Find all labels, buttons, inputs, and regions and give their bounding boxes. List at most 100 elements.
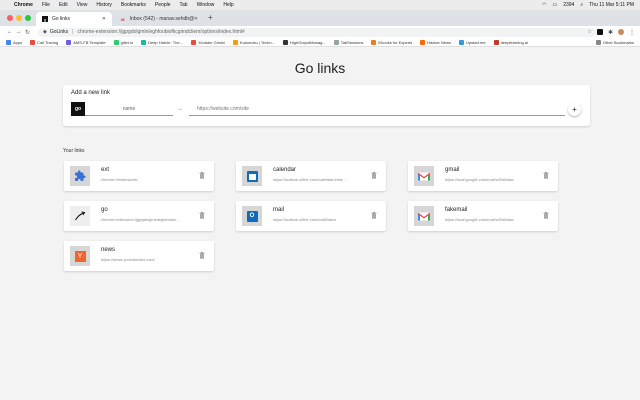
link-name: go — [101, 207, 108, 213]
window-minimize-button[interactable] — [16, 15, 22, 21]
your-links-heading: Your links — [63, 148, 85, 154]
outlook-mail-icon: O — [242, 206, 262, 226]
bookmark-favicon-icon — [232, 39, 238, 45]
golinks-extension-icon[interactable] — [596, 28, 603, 35]
gmail-icon — [414, 206, 434, 226]
add-link-card: Add a new link go name → https://website… — [63, 85, 590, 126]
link-name: fakemail — [445, 207, 468, 213]
reload-icon[interactable]: ↻ — [23, 29, 32, 36]
toolbar-icons: ✱ ⋮ — [596, 28, 635, 36]
address-separator: | — [72, 29, 74, 35]
bookmark-favicon-icon — [493, 39, 499, 45]
tab-inbox[interactable]: M Inbox (542) - manav.sehdb@... ✕ — [114, 12, 204, 26]
link-url: https://mail.google.com/mail/u/0/#inbox — [445, 177, 515, 182]
bookmark-item[interactable]: TabSessions — [333, 39, 363, 45]
address-url: chrome-extension://jgpgdolgmlnleghfoobio… — [77, 29, 245, 35]
link-card[interactable]: gmail https://mail.google.com/mail/u/0/#… — [408, 161, 558, 191]
page-title: Go links — [294, 60, 346, 76]
tab-close-icon[interactable]: ✕ — [102, 16, 106, 22]
browser-toolbar: ← → ↻ ◆ GoLinks | chrome-extension://jgp… — [0, 26, 640, 38]
add-link-button[interactable]: + — [568, 103, 581, 116]
trash-icon[interactable] — [199, 252, 205, 259]
other-bookmarks[interactable]: Other Bookmarks — [595, 39, 634, 45]
tab-go-links[interactable]: g Go links ✕ — [36, 12, 112, 26]
menu-history[interactable]: History — [96, 2, 112, 8]
menu-bookmarks[interactable]: Bookmarks — [121, 2, 146, 8]
link-name: ext — [101, 167, 110, 173]
menu-window[interactable]: Window — [197, 2, 215, 8]
bookmark-item[interactable]: Deep Hatchr: The... — [141, 39, 183, 45]
link-name-input[interactable]: name — [85, 102, 173, 116]
bookmark-favicon-icon — [420, 39, 426, 45]
menu-edit[interactable]: Edit — [59, 2, 68, 8]
menu-view[interactable]: View — [77, 2, 88, 8]
link-url: https://outlook.office.com/calendar/view… — [273, 177, 346, 182]
bookmark-item[interactable]: Hacker News — [420, 39, 451, 45]
outlook-calendar-icon — [242, 166, 262, 186]
window-zoom-button[interactable] — [25, 15, 31, 21]
address-site-label: GoLinks — [49, 29, 69, 35]
bookmark-item[interactable]: deeplearning.ai — [493, 39, 528, 45]
golinks-arrow-icon — [70, 206, 90, 226]
bookmark-item[interactable]: Youtube Gimini — [190, 39, 225, 45]
tab-close-icon[interactable]: ✕ — [194, 16, 198, 22]
bookmark-item[interactable]: Apps — [6, 39, 22, 45]
bookmark-favicon-icon — [66, 39, 72, 45]
macos-menu-bar: Chrome File Edit View History Bookmarks … — [0, 0, 640, 10]
wifi-icon[interactable]: ◠ — [542, 2, 546, 8]
menu-people[interactable]: People — [155, 2, 171, 8]
bookmark-item[interactable]: HighOutputManag... — [282, 39, 326, 45]
arrow-separator: → — [177, 106, 183, 112]
bookmark-item[interactable]: Ebooks for Experts — [371, 39, 412, 45]
more-menu-icon[interactable]: ⋮ — [629, 29, 635, 36]
link-url: https://outlook.office.com/mail/inbox — [273, 217, 337, 222]
link-card[interactable]: fakemail https://mail.google.com/mail/u/… — [408, 201, 558, 231]
bookmark-item[interactable]: Upstart.me — [459, 39, 486, 45]
address-bar[interactable]: ◆ GoLinks | chrome-extension://jgpgdolgm… — [37, 27, 597, 37]
tab-title: Go links — [52, 16, 71, 22]
forward-icon[interactable]: → — [14, 29, 23, 35]
link-url-input[interactable]: https://website.com/site — [189, 102, 565, 116]
link-url: chrome://extensions/ — [101, 177, 138, 182]
bookmark-item[interactable]: gillet.io — [113, 39, 133, 45]
apps-grid-icon — [6, 39, 11, 45]
search-icon[interactable]: ⌕ — [580, 2, 583, 8]
menu-app-name[interactable]: Chrome — [14, 2, 33, 8]
menubar-clock[interactable]: Thu 11 Mar 5:11 PM — [589, 2, 634, 8]
link-card[interactable]: O mail https://outlook.office.com/mail/i… — [236, 201, 386, 231]
link-name: news — [101, 247, 116, 253]
gmail-icon — [414, 166, 434, 186]
tab-title: Inbox (542) - manav.sehdb@... — [129, 16, 194, 22]
link-card[interactable]: calendar https://outlook.office.com/cale… — [236, 161, 386, 191]
window-close-button[interactable] — [7, 15, 13, 21]
trash-icon[interactable] — [199, 212, 205, 219]
menu-help[interactable]: Help — [223, 2, 233, 8]
status-number[interactable]: 2394 — [563, 2, 574, 8]
bookmark-favicon-icon — [459, 39, 465, 45]
bookmark-favicon-icon — [30, 39, 36, 45]
trash-icon[interactable] — [543, 172, 549, 179]
menu-file[interactable]: File — [42, 2, 50, 8]
bookmark-item[interactable]: AMS-FB Template — [66, 39, 106, 45]
bookmark-favicon-icon — [333, 39, 339, 45]
link-url: https://mail.google.com/mail/u/0/#inbox — [445, 217, 515, 222]
back-icon[interactable]: ← — [5, 29, 14, 35]
trash-icon[interactable] — [371, 212, 377, 219]
profile-avatar-icon[interactable] — [618, 28, 624, 35]
trash-icon[interactable] — [543, 212, 549, 219]
bookmark-item[interactable]: Call Tracing — [30, 39, 58, 45]
bookmarks-bar: Apps Call Tracing AMS-FB Template gillet… — [0, 38, 640, 47]
link-card[interactable]: ext chrome://extensions/ — [64, 161, 214, 191]
trash-icon[interactable] — [371, 172, 377, 179]
link-card[interactable]: go chrome-extension://jgpgdolgmlnleghfoo… — [64, 201, 214, 231]
new-tab-button[interactable]: + — [208, 13, 213, 22]
bookmark-favicon-icon — [141, 39, 147, 45]
extensions-icon[interactable]: ✱ — [608, 29, 613, 36]
trash-icon[interactable] — [199, 172, 205, 179]
bookmark-star-icon[interactable]: ☆ — [587, 29, 591, 35]
menu-tab[interactable]: Tab — [180, 2, 188, 8]
link-card[interactable]: Y news https://news.ycombinator.com/ — [64, 241, 214, 271]
battery-icon[interactable]: ▭ — [552, 2, 557, 8]
bookmark-item[interactable]: Kukunoku | Techn... — [232, 39, 275, 45]
link-name: calendar — [273, 167, 297, 173]
